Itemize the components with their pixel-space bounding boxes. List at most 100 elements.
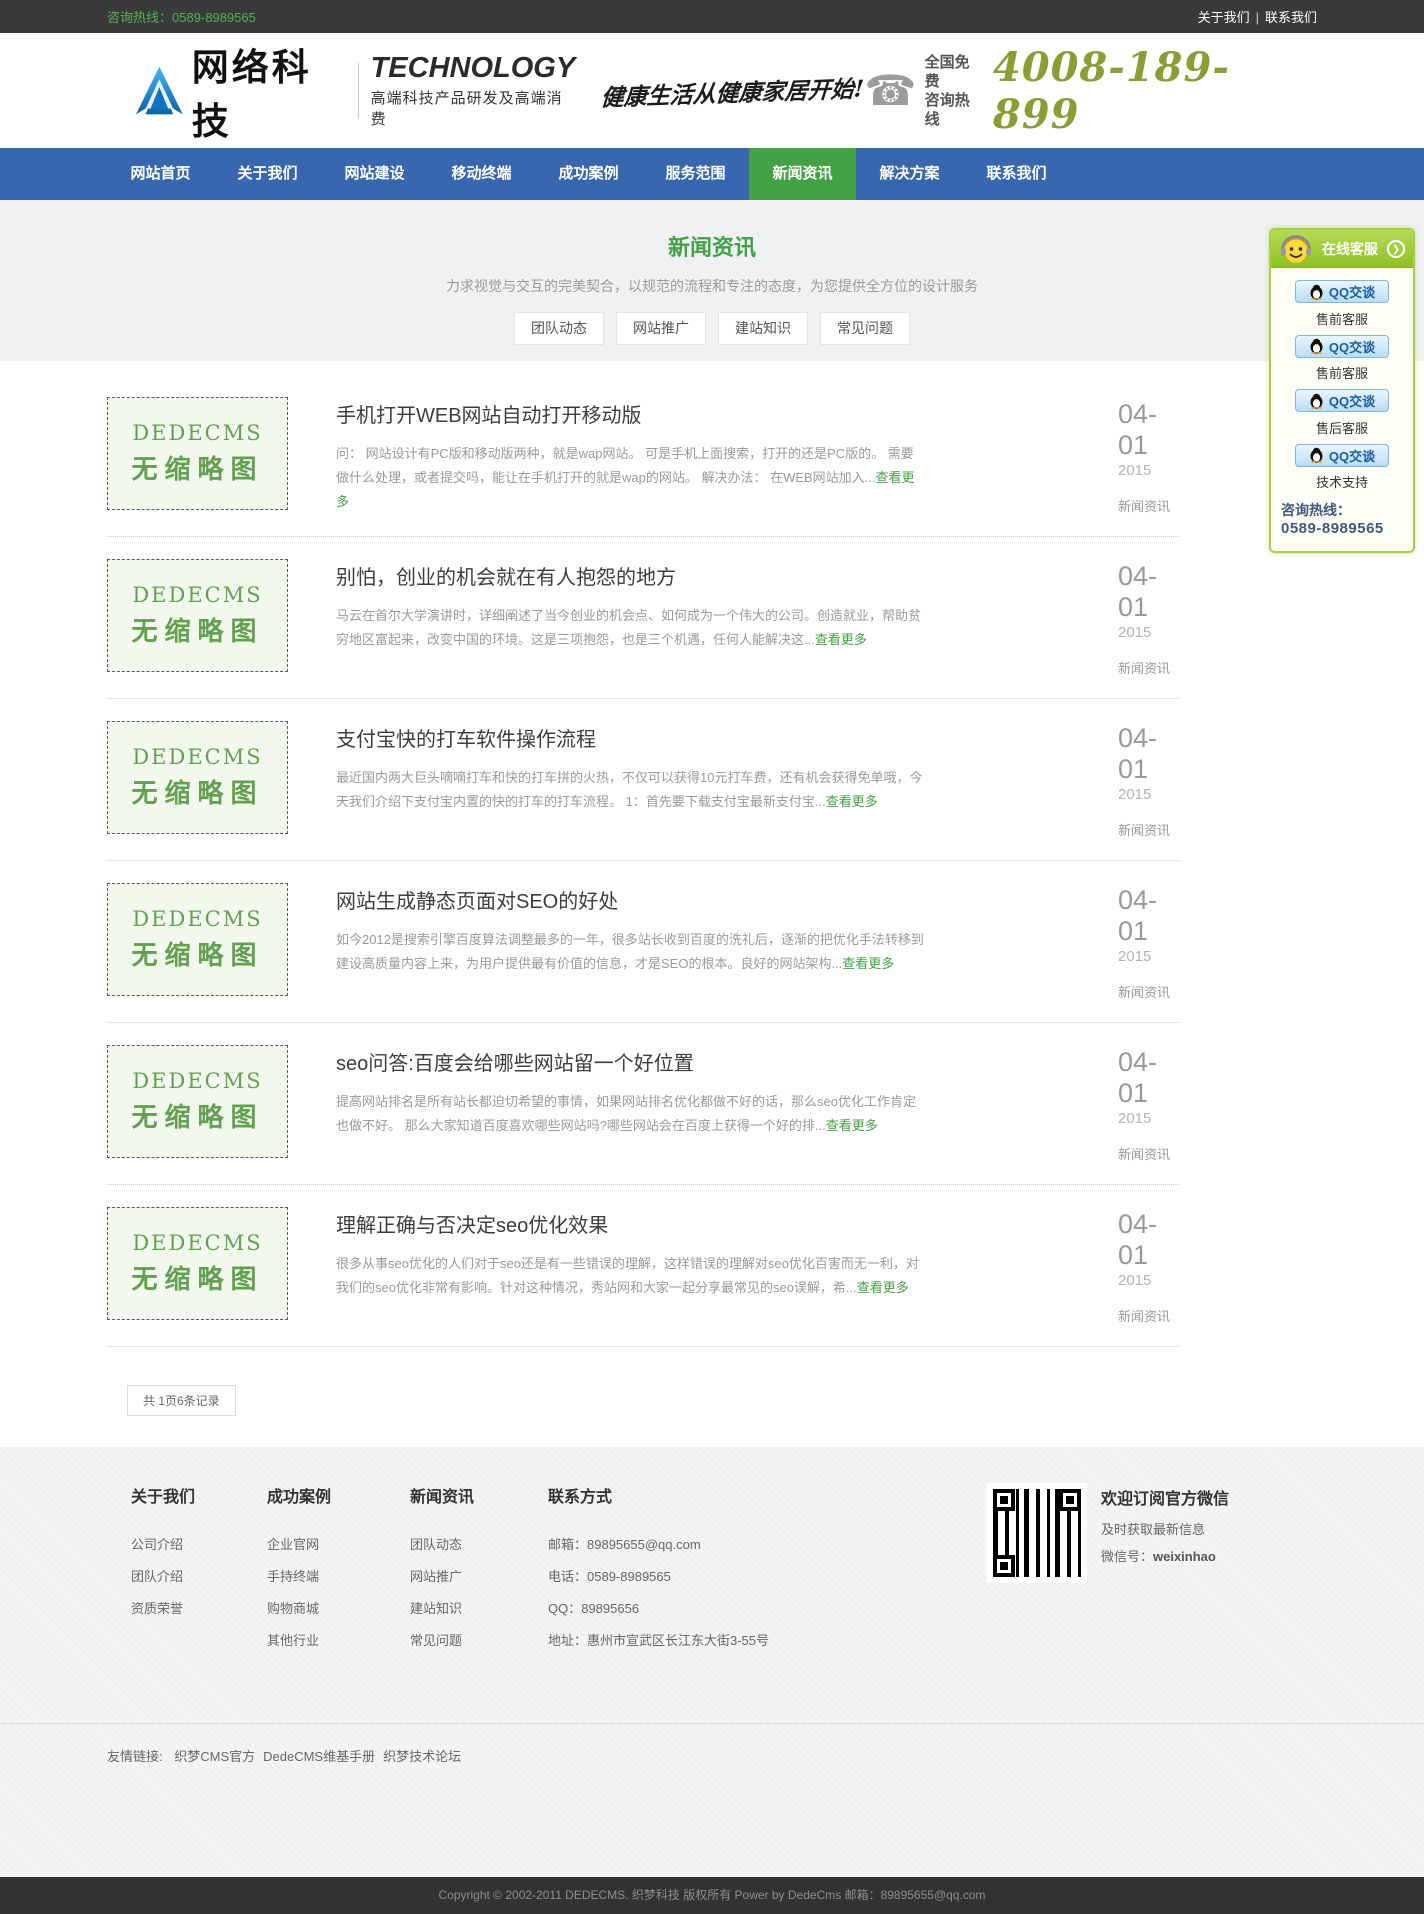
topbar-links-divider: | <box>1256 10 1259 25</box>
copyright-text: Copyright © 2002-2011 DEDECMS. 织梦科技 版权所有… <box>438 1888 985 1902</box>
service-agent-label: 技术支持 <box>1271 472 1413 491</box>
wechat-subscribe-block: 欢迎订阅官方微信 及时获取最新信息 微信号：weixinhao <box>1101 1483 1229 1657</box>
friend-link[interactable]: DedeCMS维基手册 <box>263 1749 375 1764</box>
footer-link[interactable]: 常见问题 <box>410 1625 548 1657</box>
read-more-link[interactable]: 查看更多 <box>857 1280 909 1295</box>
footer-link[interactable]: 购物商城 <box>267 1593 410 1625</box>
footer-link[interactable]: 企业官网 <box>267 1529 410 1561</box>
news-category: 新闻资讯 <box>1118 820 1180 839</box>
logo-subtitle-block: TECHNOLOGY 高端科技产品研发及高端消费 <box>371 53 576 129</box>
phone-icon: ☎ <box>864 70 916 112</box>
news-date-day: 04-01 <box>1118 399 1180 461</box>
footer-column-title: 联系方式 <box>548 1483 908 1507</box>
news-thumbnail-placeholder[interactable]: DEDECMS 无缩略图 <box>107 397 288 510</box>
footer-link[interactable]: 团队动态 <box>410 1529 548 1561</box>
nav-item[interactable]: 成功案例 <box>535 148 642 200</box>
read-more-link[interactable]: 查看更多 <box>826 1118 878 1133</box>
pagination: 共 1页6条记录 <box>107 1385 1317 1416</box>
nav-item[interactable]: 关于我们 <box>214 148 321 200</box>
news-title-link[interactable]: 理解正确与否决定seo优化效果 <box>336 1209 924 1238</box>
news-title-link[interactable]: 支付宝快的打车软件操作流程 <box>336 723 924 752</box>
news-item: DEDECMS 无缩略图 手机打开WEB网站自动打开移动版 问： 网站设计有PC… <box>107 397 1180 537</box>
news-title-link[interactable]: 网站生成静态页面对SEO的好处 <box>336 885 924 914</box>
pagination-summary: 共 1页6条记录 <box>127 1385 236 1416</box>
news-title-link[interactable]: seo问答:百度会给哪些网站留一个好位置 <box>336 1047 924 1076</box>
service-agent: QQ交谈 售后客服 <box>1271 389 1413 437</box>
nav-item[interactable]: 移动终端 <box>428 148 535 200</box>
copyright-bar: Copyright © 2002-2011 DEDECMS. 织梦科技 版权所有… <box>0 1877 1424 1914</box>
news-text-block: seo问答:百度会给哪些网站留一个好位置 提高网站排名是所有站长都迫切希望的事情… <box>336 1045 924 1163</box>
news-date-block: 04-01 2015 新闻资讯 <box>1118 1207 1180 1325</box>
news-date-block: 04-01 2015 新闻资讯 <box>1118 397 1180 515</box>
news-category: 新闻资讯 <box>1118 496 1180 515</box>
qq-penguin-icon <box>1309 393 1324 409</box>
footer-link[interactable]: 网站推广 <box>410 1561 548 1593</box>
news-title-link[interactable]: 别怕，创业的机会就在有人抱怨的地方 <box>336 561 924 590</box>
online-service-title: 在线客服 <box>1313 239 1387 259</box>
service-hotline: 咨询热线： 0589-8989565 <box>1271 498 1413 541</box>
service-agent-label: 售前客服 <box>1271 363 1413 382</box>
news-date-year: 2015 <box>1118 624 1180 641</box>
news-thumbnail-placeholder[interactable]: DEDECMS 无缩略图 <box>107 721 288 834</box>
nav-item[interactable]: 网站首页 <box>107 148 214 200</box>
read-more-link[interactable]: 查看更多 <box>842 956 894 971</box>
footer-link[interactable]: 其他行业 <box>267 1625 410 1657</box>
read-more-link[interactable]: 查看更多 <box>815 632 867 647</box>
footer-link[interactable]: 团队介绍 <box>131 1561 267 1593</box>
category-tab[interactable]: 团队动态 <box>514 312 604 345</box>
read-more-link[interactable]: 查看更多 <box>826 794 878 809</box>
topbar-link-about[interactable]: 关于我们 <box>1198 10 1250 25</box>
nav-item[interactable]: 新闻资讯 <box>749 148 856 200</box>
footer-link[interactable]: 公司介绍 <box>131 1529 267 1561</box>
site-header: 网络科技 TECHNOLOGY 高端科技产品研发及高端消费 健康生活从健康家居开… <box>0 33 1424 148</box>
news-thumbnail-placeholder[interactable]: DEDECMS 无缩略图 <box>107 1207 288 1320</box>
news-title-link[interactable]: 手机打开WEB网站自动打开移动版 <box>336 399 924 428</box>
header-hotline-block: ☎ 全国免费 咨询热线 4008-189-899 <box>864 44 1307 138</box>
friend-links-label: 友情链接: <box>107 1749 163 1764</box>
news-date-year: 2015 <box>1118 1272 1180 1289</box>
nav-item[interactable]: 联系我们 <box>963 148 1070 200</box>
qq-chat-button[interactable]: QQ交谈 <box>1295 335 1389 358</box>
nav-item[interactable]: 解决方案 <box>856 148 963 200</box>
news-category: 新闻资讯 <box>1118 1144 1180 1163</box>
site-logo[interactable]: 网络科技 <box>135 37 348 145</box>
page-title: 新闻资讯 <box>0 230 1424 262</box>
friend-link[interactable]: 织梦CMS官方 <box>174 1749 255 1764</box>
category-tab[interactable]: 网站推广 <box>616 312 706 345</box>
news-date-block: 04-01 2015 新闻资讯 <box>1118 883 1180 1001</box>
footer-column-about: 关于我们 公司介绍团队介绍资质荣誉 <box>131 1483 267 1657</box>
category-tab[interactable]: 建站知识 <box>718 312 808 345</box>
online-service-header[interactable]: 在线客服 ❯ <box>1271 230 1413 268</box>
news-description: 问： 网站设计有PC版和移动版两种，就是wap网站。 可是手机上面搜索，打开的还… <box>336 442 924 514</box>
collapse-arrow-icon[interactable]: ❯ <box>1387 240 1405 258</box>
news-thumbnail-placeholder[interactable]: DEDECMS 无缩略图 <box>107 559 288 672</box>
qq-chat-button[interactable]: QQ交谈 <box>1295 389 1389 412</box>
footer-contact-line: 地址：惠州市宣武区长江东大街3-55号 <box>548 1625 908 1657</box>
nav-item[interactable]: 服务范围 <box>642 148 749 200</box>
nav-item[interactable]: 网站建设 <box>321 148 428 200</box>
site-name: 网络科技 <box>192 37 348 145</box>
footer-link[interactable]: 建站知识 <box>410 1593 548 1625</box>
qq-chat-button[interactable]: QQ交谈 <box>1295 280 1389 303</box>
page-banner: 新闻资讯 力求视觉与交互的完美契合，以规范的流程和专注的态度，为您提供全方位的设… <box>0 200 1424 361</box>
news-thumbnail-placeholder[interactable]: DEDECMS 无缩略图 <box>107 1045 288 1158</box>
news-text-block: 理解正确与否决定seo优化效果 很多从事seo优化的人们对于seo还是有一些错误… <box>336 1207 924 1325</box>
news-description: 提高网站排名是所有站长都迫切希望的事情，如果网站排名优化都做不好的话，那么seo… <box>336 1090 924 1138</box>
footer-contact-line: 电话：0589-8989565 <box>548 1561 908 1593</box>
footer-link[interactable]: 手持终端 <box>267 1561 410 1593</box>
news-date-block: 04-01 2015 新闻资讯 <box>1118 1045 1180 1163</box>
topbar-link-contact[interactable]: 联系我们 <box>1265 10 1317 25</box>
news-item: DEDECMS 无缩略图 别怕，创业的机会就在有人抱怨的地方 马云在首尔大学演讲… <box>107 537 1180 699</box>
news-thumbnail-placeholder[interactable]: DEDECMS 无缩略图 <box>107 883 288 996</box>
news-text-block: 手机打开WEB网站自动打开移动版 问： 网站设计有PC版和移动版两种，就是wap… <box>336 397 924 515</box>
footer-link[interactable]: 资质荣誉 <box>131 1593 267 1625</box>
news-list: DEDECMS 无缩略图 手机打开WEB网站自动打开移动版 问： 网站设计有PC… <box>107 397 1180 1347</box>
wechat-id: 微信号：weixinhao <box>1101 1546 1229 1565</box>
friend-link[interactable]: 织梦技术论坛 <box>383 1749 461 1764</box>
qq-chat-button[interactable]: QQ交谈 <box>1295 444 1389 467</box>
footer: 关于我们 公司介绍团队介绍资质荣誉 成功案例 企业官网手持终端购物商城其他行业 … <box>0 1447 1424 1723</box>
news-date-year: 2015 <box>1118 786 1180 803</box>
news-date-day: 04-01 <box>1118 561 1180 623</box>
category-tab[interactable]: 常见问题 <box>820 312 910 345</box>
news-item: DEDECMS 无缩略图 seo问答:百度会给哪些网站留一个好位置 提高网站排名… <box>107 1023 1180 1185</box>
